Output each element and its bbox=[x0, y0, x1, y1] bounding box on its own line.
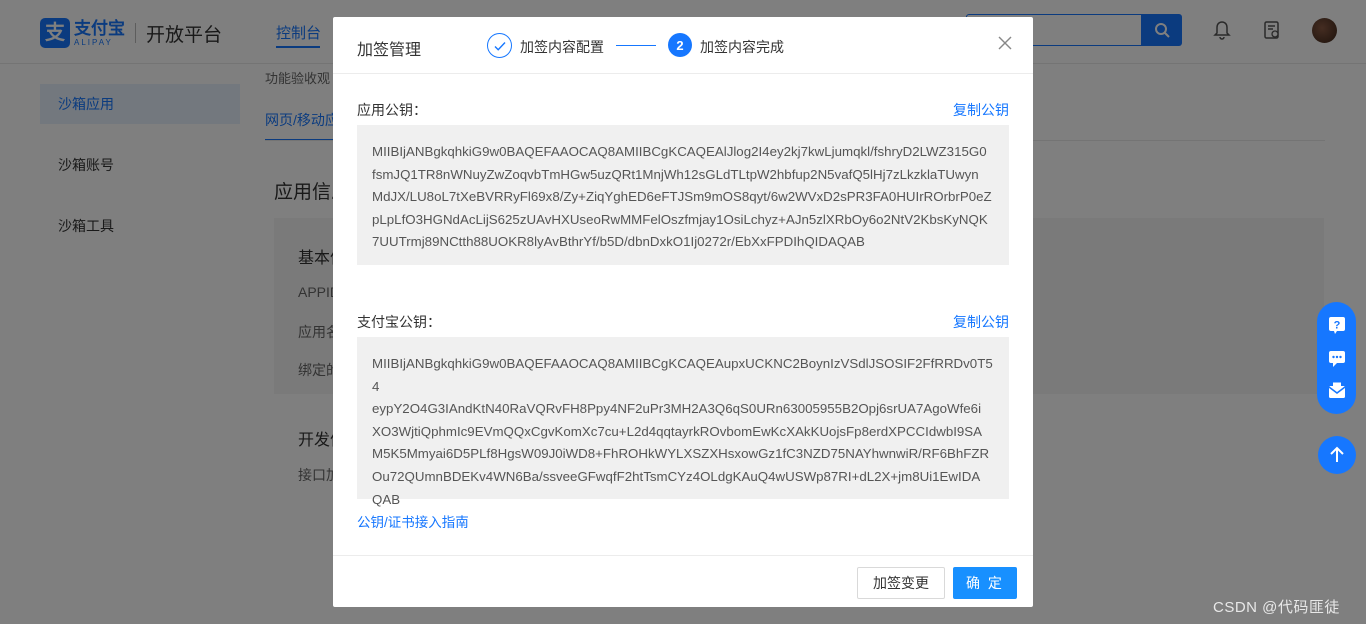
key-line: eypY2O4G3IAndKtN40RaVQRvFH8Ppy4NF2uPr3MH… bbox=[372, 401, 982, 417]
key-line: 7UUTrmj89NCtth88UOKR8lyAvBthrYf/b5D/dbnD… bbox=[372, 234, 865, 250]
help-button[interactable]: ? bbox=[1326, 314, 1348, 336]
check-icon bbox=[494, 41, 506, 51]
close-button[interactable] bbox=[998, 36, 1014, 52]
modal-title: 加签管理 bbox=[357, 42, 422, 59]
key-line: MdJX/LU8oL7tXeBVRRyFl69x8/Zy+ZiqYghED6eF… bbox=[372, 189, 992, 205]
mail-icon bbox=[1328, 382, 1345, 399]
key-line: fsmJQ1TR8nWNuyZwZoqvbTmHGw5uzQRt1MnjWh12… bbox=[372, 166, 979, 182]
close-icon bbox=[998, 36, 1012, 50]
step-1-indicator bbox=[487, 33, 512, 58]
watermark: CSDN @代码匪徒 bbox=[1213, 599, 1340, 616]
alipay-public-key-label: 支付宝公钥： bbox=[357, 314, 441, 330]
copy-alipay-public-key-link[interactable]: 复制公钥 bbox=[953, 312, 1009, 332]
step-connector bbox=[616, 45, 656, 46]
app-public-key-label: 应用公钥： bbox=[357, 102, 427, 118]
alipay-public-key-box[interactable]: MIIBIjANBgkqhkiG9w0BAQEFAAOCAQ8AMIIBCgKC… bbox=[357, 337, 1009, 507]
modal-footer: 加签变更 确 定 bbox=[333, 555, 1033, 607]
key-line: pLpLfO3HGNdAcLijS625zUAvHXUseoRwMMFelOsz… bbox=[372, 211, 988, 227]
svg-text:?: ? bbox=[1333, 319, 1340, 331]
modal-header: 加签管理 加签内容配置 2 加签内容完成 bbox=[333, 17, 1033, 74]
change-sign-button[interactable]: 加签变更 bbox=[857, 567, 945, 599]
confirm-button[interactable]: 确 定 bbox=[953, 567, 1017, 599]
step-1-label: 加签内容配置 bbox=[520, 39, 604, 55]
key-line: MIIBIjANBgkqhkiG9w0BAQEFAAOCAQ8AMIIBCgKC… bbox=[372, 144, 987, 159]
mail-button[interactable] bbox=[1326, 380, 1348, 402]
sign-management-modal: 加签管理 加签内容配置 2 加签内容完成 应用公钥： 复制公钥 MIIBIjAN… bbox=[333, 17, 1033, 607]
step-2-indicator: 2 bbox=[668, 33, 692, 57]
key-certificate-guide-link[interactable]: 公钥/证书接入指南 bbox=[357, 511, 469, 531]
chat-button[interactable] bbox=[1326, 347, 1348, 369]
key-line: M5K5Mmyai6D5PLf8HgsW09J0iWD8+FhROHkWYLXS… bbox=[372, 446, 990, 462]
key-line: Ou72QUmnBDEKv4WN6Ba/ssveeGFwqfF2htTsmCYz… bbox=[372, 468, 981, 484]
key-line: XO3WjtiQphmIc9EVmQQxCgvKomXc7cu+L2d4qqta… bbox=[372, 423, 983, 439]
floating-help-bar: ? bbox=[1317, 302, 1356, 414]
arrow-up-icon bbox=[1330, 446, 1344, 462]
back-to-top-button[interactable] bbox=[1318, 436, 1356, 474]
chat-icon bbox=[1328, 350, 1345, 367]
help-icon: ? bbox=[1328, 316, 1345, 334]
key-line: MIIBIjANBgkqhkiG9w0BAQEFAAOCAQ8AMIIBCgKC… bbox=[372, 356, 993, 394]
copy-app-public-key-link[interactable]: 复制公钥 bbox=[953, 100, 1009, 120]
app-public-key-box[interactable]: MIIBIjANBgkqhkiG9w0BAQEFAAOCAQ8AMIIBCgKC… bbox=[357, 125, 1009, 265]
key-line: QAB bbox=[372, 491, 401, 507]
step-2-label: 加签内容完成 bbox=[700, 39, 784, 55]
